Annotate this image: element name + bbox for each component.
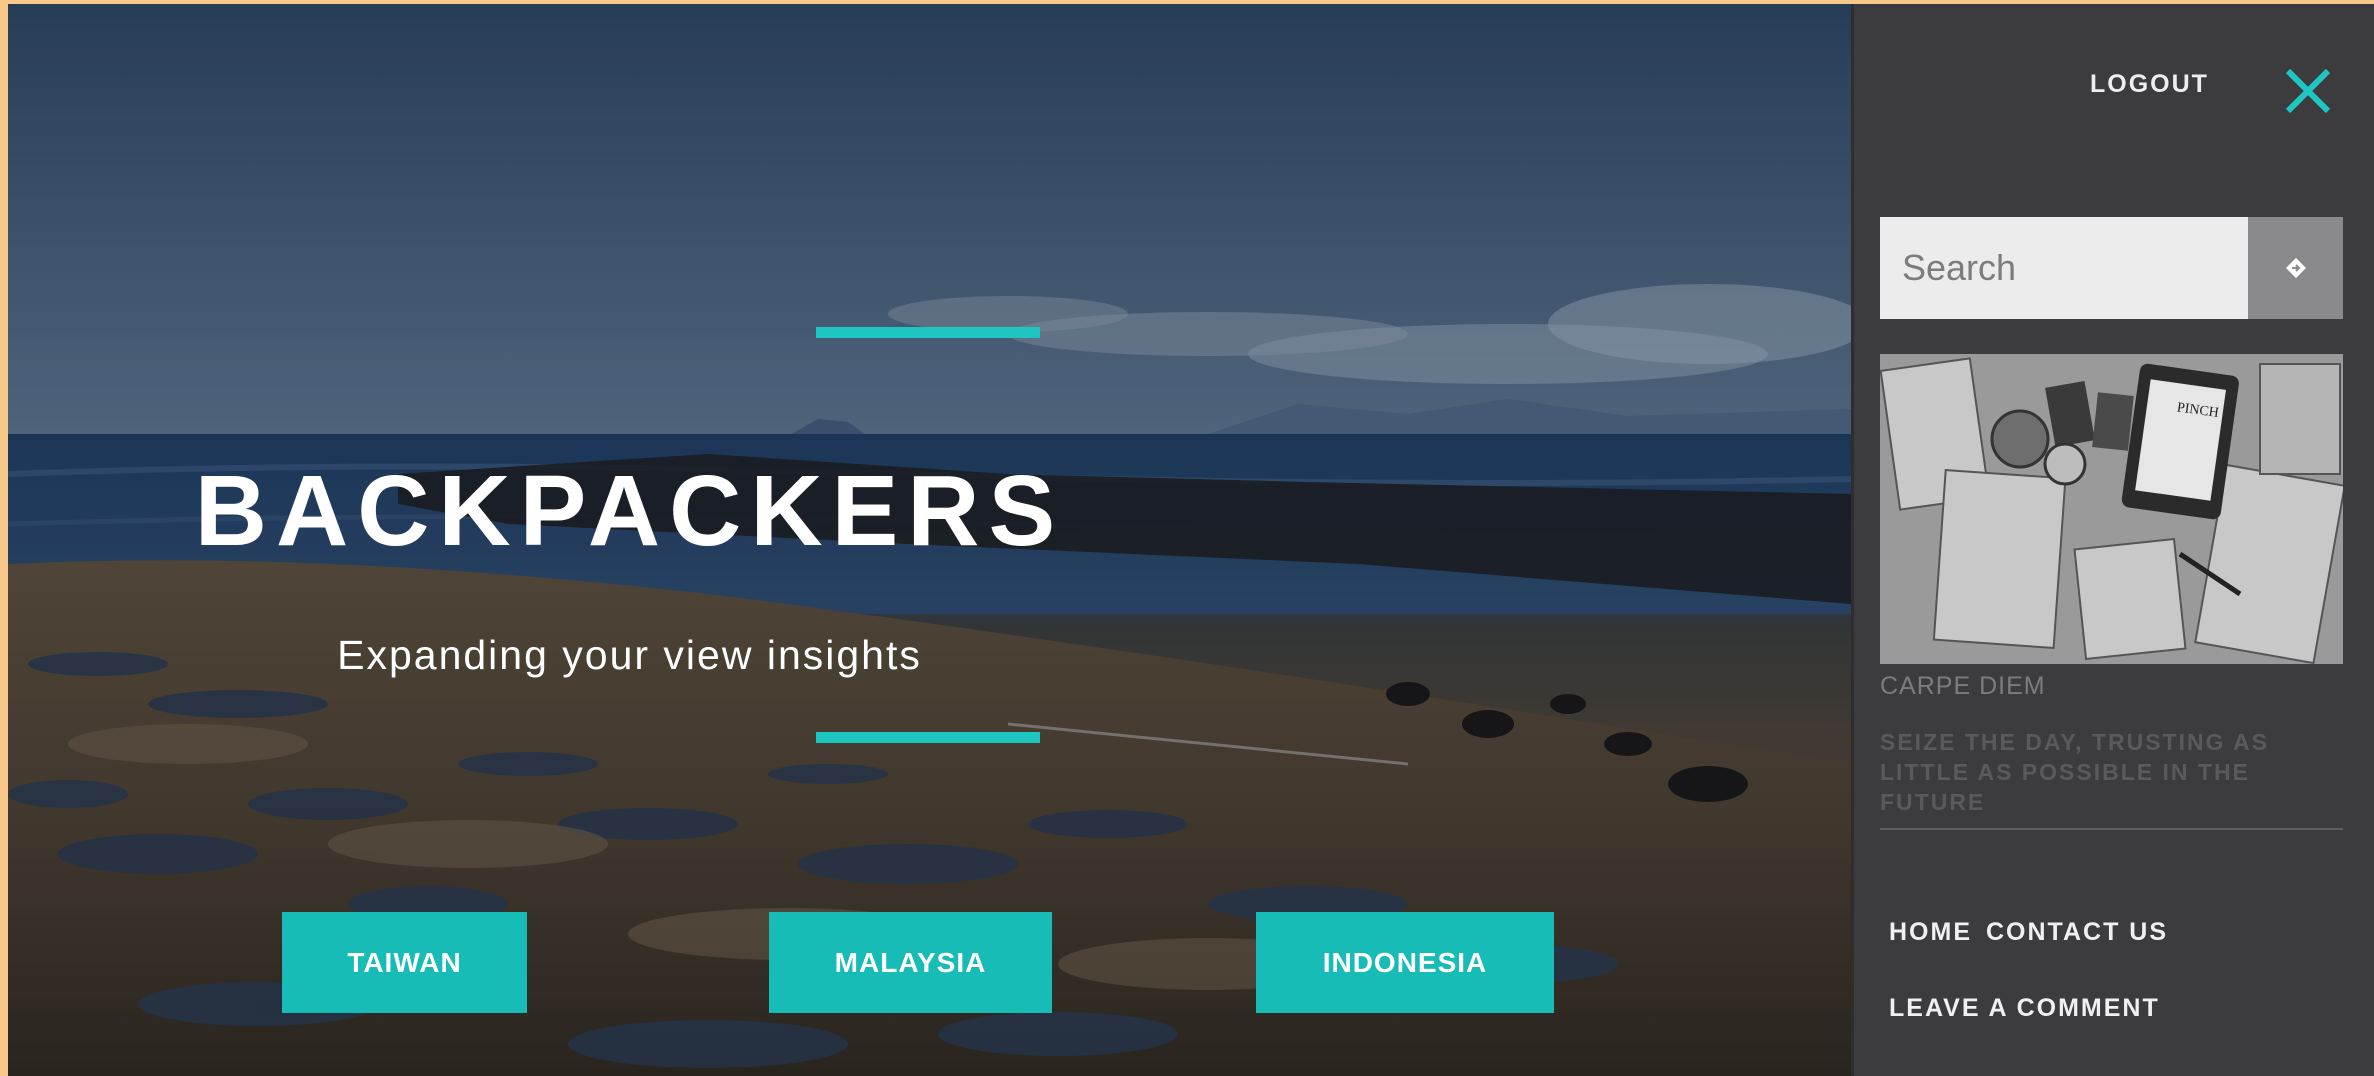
logout-button[interactable]: LOGOUT <box>2090 70 2209 99</box>
search-submit-icon <box>2285 258 2306 278</box>
page-frame: BACKPACKERS Expanding your view insights… <box>8 4 2374 1076</box>
search-submit-button[interactable] <box>2248 217 2343 319</box>
hero-accent-line-top <box>816 327 1040 338</box>
nav-home-link[interactable]: HOME <box>1889 918 1972 947</box>
panel-divider <box>1880 828 2343 830</box>
feature-image[interactable]: PINCH <box>1880 354 2343 664</box>
taiwan-button[interactable]: TAIWAN <box>282 912 527 1013</box>
hero-title: BACKPACKERS <box>194 455 1065 567</box>
nav-contact-link[interactable]: CONTACT US <box>1986 918 2168 947</box>
indonesia-button[interactable]: INDONESIA <box>1256 912 1554 1013</box>
feature-title[interactable]: CARPE DIEM <box>1880 672 2046 701</box>
hero-accent-line-bottom <box>816 732 1040 743</box>
travel-flatlay-image: PINCH <box>1880 354 2343 664</box>
search-input[interactable] <box>1880 217 2248 319</box>
hero-subtitle: Expanding your view insights <box>337 632 922 678</box>
feature-quote: SEIZE THE DAY, TRUSTING AS LITTLE AS POS… <box>1880 729 2269 815</box>
nav-leave-comment-link[interactable]: LEAVE A COMMENT <box>1889 994 2160 1023</box>
side-menu-panel: LOGOUT Search PINCH CARPE DIEM SEIZE THE… <box>1851 4 2374 1076</box>
close-icon[interactable] <box>2283 66 2333 116</box>
search-form <box>1880 217 2343 319</box>
malaysia-button[interactable]: MALAYSIA <box>769 912 1052 1013</box>
hero-section: BACKPACKERS Expanding your view insights… <box>8 4 1851 1076</box>
